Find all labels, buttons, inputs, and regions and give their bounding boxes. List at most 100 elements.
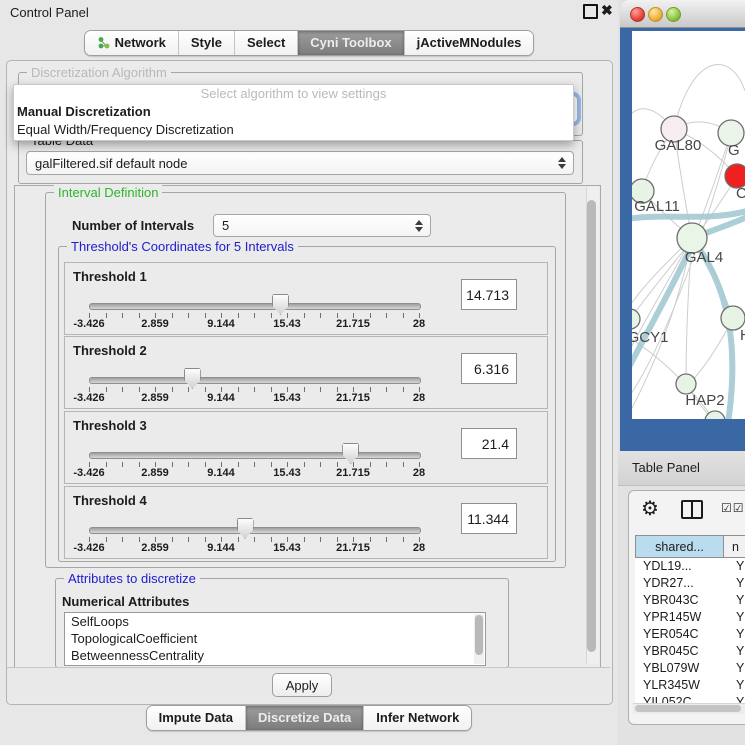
tab-impute-data[interactable]: Impute Data [147, 706, 245, 730]
table-cell[interactable]: YBR0 [724, 643, 745, 660]
table-cell[interactable]: YDL1 [724, 558, 745, 575]
tab-select[interactable]: Select [234, 31, 297, 55]
attribute-item-selfloops[interactable]: SelfLoops [65, 613, 485, 630]
table-data-combobox[interactable]: galFiltered.sif default node [26, 151, 574, 175]
table-cell[interactable]: YDL19... [635, 558, 724, 575]
close-traffic-light[interactable] [630, 7, 645, 22]
tick-mark [106, 313, 107, 318]
table-cell[interactable]: YBR043C [635, 592, 724, 609]
slider-track[interactable] [89, 377, 421, 384]
attribute-item-topologicalcoefficient[interactable]: TopologicalCoefficient [65, 630, 485, 647]
minimize-traffic-light[interactable] [648, 7, 663, 22]
table-row[interactable]: YBR043CYBR0 [635, 592, 745, 609]
slider-track[interactable] [89, 303, 421, 310]
table-cell[interactable]: YLR345W [635, 677, 724, 694]
tick-mark [172, 313, 173, 318]
table-cell[interactable]: YBL0 [724, 660, 745, 677]
network-window-titlebar[interactable] [620, 0, 745, 28]
node-label: C [736, 185, 745, 202]
algorithm-placeholder-option[interactable]: Select algorithm to view settings [14, 85, 573, 103]
tab-jactivemnodules[interactable]: jActiveMNodules [404, 31, 534, 55]
tab-network[interactable]: Network [85, 31, 178, 55]
network-icon [97, 36, 110, 49]
table-panel-bar: Table Panel [618, 451, 745, 486]
table-cell[interactable]: YLR3 [724, 677, 745, 694]
interval-definition-label: Interval Definition [54, 185, 162, 200]
threshold-value-field[interactable]: 14.713 [461, 279, 517, 310]
threshold-value-field[interactable]: 21.4 [461, 428, 517, 459]
zoom-traffic-light[interactable] [666, 7, 681, 22]
table-row[interactable]: YER054CYER0 [635, 626, 745, 643]
slider-thumb[interactable] [272, 294, 289, 315]
tab-infer-network[interactable]: Infer Network [363, 706, 471, 730]
column-header-n[interactable]: n [724, 535, 745, 558]
table-cell[interactable]: YDR2 [724, 575, 745, 592]
table-hscrollbar-thumb[interactable] [635, 705, 741, 712]
tab-cyni-toolbox[interactable]: Cyni Toolbox [297, 31, 403, 55]
slider-track[interactable] [89, 452, 421, 459]
node-label: GAL4 [685, 249, 723, 266]
list-scrollbar-thumb[interactable] [475, 615, 483, 655]
network-node-gcy1[interactable] [632, 309, 640, 329]
table-data-value: galFiltered.sif default node [35, 156, 187, 171]
scrollbar-thumb[interactable] [587, 200, 596, 652]
tick-mark [271, 462, 272, 467]
tab-style[interactable]: Style [178, 31, 234, 55]
column-header-shared[interactable]: shared... [635, 535, 724, 558]
tick-mark [188, 313, 189, 318]
threshold-value-field[interactable]: 6.316 [461, 353, 517, 384]
table-row[interactable]: YDR27...YDR2 [635, 575, 745, 592]
close-icon[interactable]: ✖ [601, 2, 613, 19]
table-row[interactable]: YPR145WYPR1 [635, 609, 745, 626]
numerical-attributes-list[interactable]: SelfLoopsTopologicalCoefficientBetweenne… [64, 612, 486, 666]
attribute-item-betweennesscentrality[interactable]: BetweennessCentrality [65, 647, 485, 664]
algorithm-option-manual-discretization[interactable]: Manual Discretization [14, 103, 573, 121]
tick-mark [139, 462, 140, 467]
float-window-icon[interactable] [583, 4, 598, 19]
table-cell[interactable]: YER054C [635, 626, 724, 643]
tab-discretize-data[interactable]: Discretize Data [245, 706, 363, 730]
tick-mark [304, 462, 305, 467]
table-row[interactable]: YDL19...YDL1 [635, 558, 745, 575]
list-scrollbar-track[interactable] [474, 614, 484, 664]
slider-track[interactable] [89, 527, 421, 534]
table-cell[interactable]: YPR1 [724, 609, 745, 626]
tick-mark [122, 313, 123, 318]
tick-label: -3.426 [73, 318, 104, 330]
algorithm-option-equal-width-frequency-discretization[interactable]: Equal Width/Frequency Discretization [14, 121, 573, 139]
table-row[interactable]: YBR045CYBR0 [635, 643, 745, 660]
table-cell[interactable]: YBL079W [635, 660, 724, 677]
split-columns-icon[interactable] [681, 500, 703, 519]
tick-mark [304, 313, 305, 318]
tick-mark [403, 537, 404, 542]
table-cell[interactable]: YPR145W [635, 609, 724, 626]
slider-thumb[interactable] [184, 368, 201, 389]
tick-mark [139, 387, 140, 392]
apply-button[interactable]: Apply [272, 673, 332, 697]
threshold-value-field[interactable]: 11.344 [461, 503, 517, 534]
network-canvas[interactable]: GAL80GCGAL11GAL4GCY1HHAP2 [632, 31, 745, 419]
tick-mark [403, 387, 404, 392]
tick-mark [238, 313, 239, 318]
tick-mark [386, 387, 387, 392]
algorithm-dropdown-popup: Select algorithm to view settings Manual… [13, 84, 574, 141]
tick-mark [139, 313, 140, 318]
number-of-intervals-combobox[interactable]: 5 [213, 214, 431, 237]
table-row[interactable]: YBL079WYBL0 [635, 660, 745, 677]
slider-thumb[interactable] [342, 443, 359, 464]
table-cell[interactable]: YBR045C [635, 643, 724, 660]
table-cell[interactable]: YER0 [724, 626, 745, 643]
table-hscrollbar-track[interactable] [633, 703, 745, 714]
tick-mark [271, 313, 272, 318]
table-cell[interactable]: YBR0 [724, 592, 745, 609]
network-node-hap2[interactable] [676, 374, 696, 394]
table-cell[interactable]: YDR27... [635, 575, 724, 592]
checkbox-icons[interactable]: ☑☑ [721, 501, 745, 515]
slider-thumb[interactable] [237, 518, 254, 539]
tick-mark [403, 462, 404, 467]
tick-mark [188, 387, 189, 392]
gear-icon[interactable]: ⚙ [641, 496, 659, 521]
table-row[interactable]: YLR345WYLR3 [635, 677, 745, 694]
tick-label: 28 [413, 542, 425, 554]
tab-label: Infer Network [376, 710, 459, 725]
